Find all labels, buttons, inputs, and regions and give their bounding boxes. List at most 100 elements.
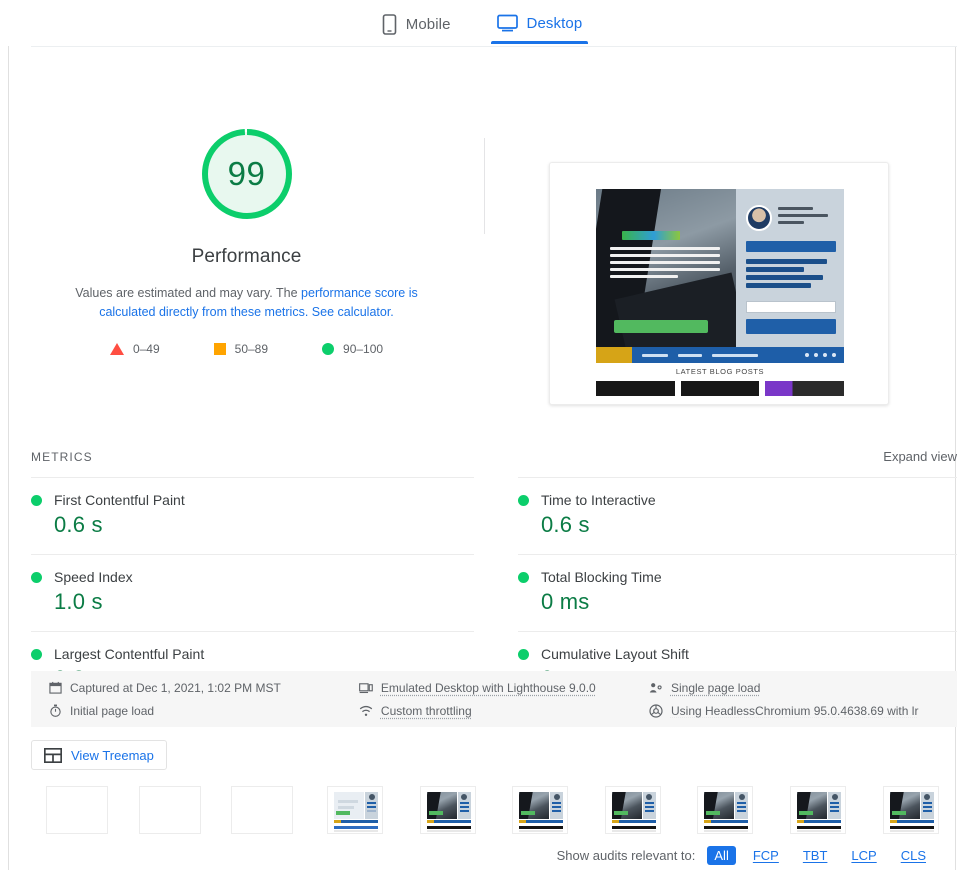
- calendar-icon: [49, 681, 62, 694]
- preview-avatar: [746, 205, 772, 231]
- preview-headline: [746, 259, 834, 291]
- status-dot-icon: [31, 571, 42, 583]
- filmstrip-frame[interactable]: [587, 786, 680, 838]
- filmstrip-frame[interactable]: [216, 786, 309, 838]
- score-column: 99 Performance Values are estimated and …: [9, 80, 484, 356]
- filmstrip-frame[interactable]: [679, 786, 772, 838]
- filmstrip-thumb-rendered: [790, 786, 847, 834]
- filmstrip-thumb-rendered: [882, 786, 939, 834]
- preview-nav-home: [596, 347, 632, 363]
- legend-item-poor: 0–49: [109, 342, 160, 356]
- treemap-icon: [43, 747, 63, 763]
- filmstrip-thumb-rendered: [419, 786, 476, 834]
- preview-nav-item: [678, 353, 702, 357]
- environment-column-1: Captured at Dec 1, 2021, 1:02 PM MST Ini…: [41, 681, 359, 718]
- filmstrip-frame[interactable]: [864, 786, 957, 838]
- active-tab-indicator: [490, 41, 589, 44]
- env-user-agent[interactable]: Using HeadlessChromium 95.0.4638.69 with…: [649, 704, 947, 718]
- audit-filter-fcp[interactable]: FCP: [746, 846, 786, 865]
- single-page-load-icon: [649, 682, 663, 694]
- triangle-icon: [109, 343, 124, 355]
- see-calculator-link[interactable]: See calculator.: [308, 305, 394, 319]
- mobile-phone-icon: [382, 14, 397, 35]
- pagespeed-report: Mobile Desktop 99 Performance Values are…: [0, 0, 964, 875]
- filmstrip-frame[interactable]: [494, 786, 587, 838]
- filmstrip-thumb-rendered: [512, 786, 569, 834]
- metric-name: Total Blocking Time: [541, 569, 662, 585]
- preview-social-icons: [805, 353, 836, 357]
- preview-author-name: [778, 207, 828, 228]
- final-screenshot-column: LATEST BLOG POSTS: [549, 162, 889, 405]
- filmstrip-frame[interactable]: [772, 786, 865, 838]
- preview-facebook-button: [746, 241, 836, 252]
- preview-blog-cards: [596, 381, 845, 396]
- env-captured-at-text: Captured at Dec 1, 2021, 1:02 PM MST: [70, 680, 281, 695]
- filmstrip-thumb-blank: [46, 786, 109, 834]
- env-captured-at: Captured at Dec 1, 2021, 1:02 PM MST: [49, 681, 359, 695]
- filmstrip-frame[interactable]: [124, 786, 217, 838]
- audit-filter-all[interactable]: All: [707, 846, 736, 865]
- audit-filter-tbt[interactable]: TBT: [796, 846, 835, 865]
- stopwatch-icon: [49, 704, 62, 717]
- filmstrip-thumb-rendered: [697, 786, 754, 834]
- audit-filter-cls[interactable]: CLS: [894, 846, 933, 865]
- legend-range-poor: 0–49: [132, 342, 160, 356]
- score-description: Values are estimated and may vary. The p…: [46, 284, 448, 322]
- expand-view-button[interactable]: Expand view: [883, 449, 957, 464]
- tab-mobile-label: Mobile: [405, 16, 451, 33]
- env-page-load: Initial page load: [49, 704, 359, 718]
- preview-page: LATEST BLOG POSTS: [572, 173, 868, 396]
- filmstrip-frame[interactable]: [401, 786, 494, 838]
- metric-name: Speed Index: [54, 569, 133, 585]
- preview-blog-heading: LATEST BLOG POSTS: [675, 367, 765, 376]
- audit-filter-lcp[interactable]: LCP: [844, 846, 883, 865]
- status-dot-icon: [518, 571, 529, 583]
- filmstrip: [31, 786, 957, 838]
- metric-row[interactable]: Time to Interactive 0.6 s: [518, 477, 957, 554]
- view-treemap-button[interactable]: View Treemap: [31, 740, 167, 770]
- legend-item-good: 90–100: [322, 342, 383, 356]
- score-description-text: Values are estimated and may vary. The: [75, 286, 302, 300]
- status-dot-icon: [518, 648, 529, 660]
- preview-hero-text: [610, 247, 720, 282]
- preview-navbar: [596, 347, 844, 363]
- device-emulation-icon: [359, 682, 373, 694]
- preview-nav-item: [712, 353, 758, 357]
- filmstrip-thumb-sketch: [327, 786, 384, 834]
- metrics-heading: METRICS: [31, 450, 93, 464]
- legend-range-average: 50–89: [234, 342, 269, 356]
- metric-row[interactable]: Total Blocking Time 0 ms: [518, 554, 957, 631]
- filmstrip-frame[interactable]: [309, 786, 402, 838]
- performance-gauge[interactable]: 99: [197, 124, 297, 224]
- env-emulation[interactable]: Emulated Desktop with Lighthouse 9.0.0: [359, 681, 649, 695]
- filmstrip-frame[interactable]: [31, 786, 124, 838]
- legend-range-good: 90–100: [343, 342, 384, 356]
- hero-vertical-divider: [484, 138, 485, 234]
- score-legend: 0–49 50–89 90–100: [109, 342, 383, 356]
- tab-desktop[interactable]: Desktop: [490, 10, 589, 44]
- score-value: 99: [227, 155, 266, 192]
- env-throttling[interactable]: Custom throttling: [359, 704, 649, 718]
- audit-filter-label: Show audits relevant to:: [556, 848, 696, 863]
- score-hero: 99 Performance Values are estimated and …: [9, 80, 955, 420]
- filmstrip-thumb-blank: [231, 786, 294, 834]
- metric-value: 0.6 s: [541, 512, 590, 537]
- env-throttling-text: Custom throttling: [380, 703, 472, 718]
- preview-hero-image: [596, 189, 736, 347]
- metric-row[interactable]: Speed Index 1.0 s: [31, 554, 474, 631]
- view-treemap-label: View Treemap: [71, 747, 154, 763]
- legend-item-average: 50–89: [213, 342, 269, 356]
- preview-nav-item: [642, 353, 668, 357]
- metric-row[interactable]: First Contentful Paint 0.6 s: [31, 477, 474, 554]
- final-screenshot[interactable]: LATEST BLOG POSTS: [549, 162, 889, 405]
- tab-desktop-label: Desktop: [526, 14, 583, 32]
- circle-icon: [322, 343, 335, 355]
- card-top-divider: [31, 46, 957, 47]
- preview-logo: [622, 231, 680, 240]
- environment-column-3: Single page load Using HeadlessChromium …: [649, 681, 947, 718]
- status-dot-icon: [31, 648, 42, 660]
- env-load-type[interactable]: Single page load: [649, 681, 947, 695]
- status-dot-icon: [518, 494, 529, 506]
- metric-name: Largest Contentful Paint: [54, 646, 205, 662]
- tab-mobile[interactable]: Mobile: [376, 10, 457, 47]
